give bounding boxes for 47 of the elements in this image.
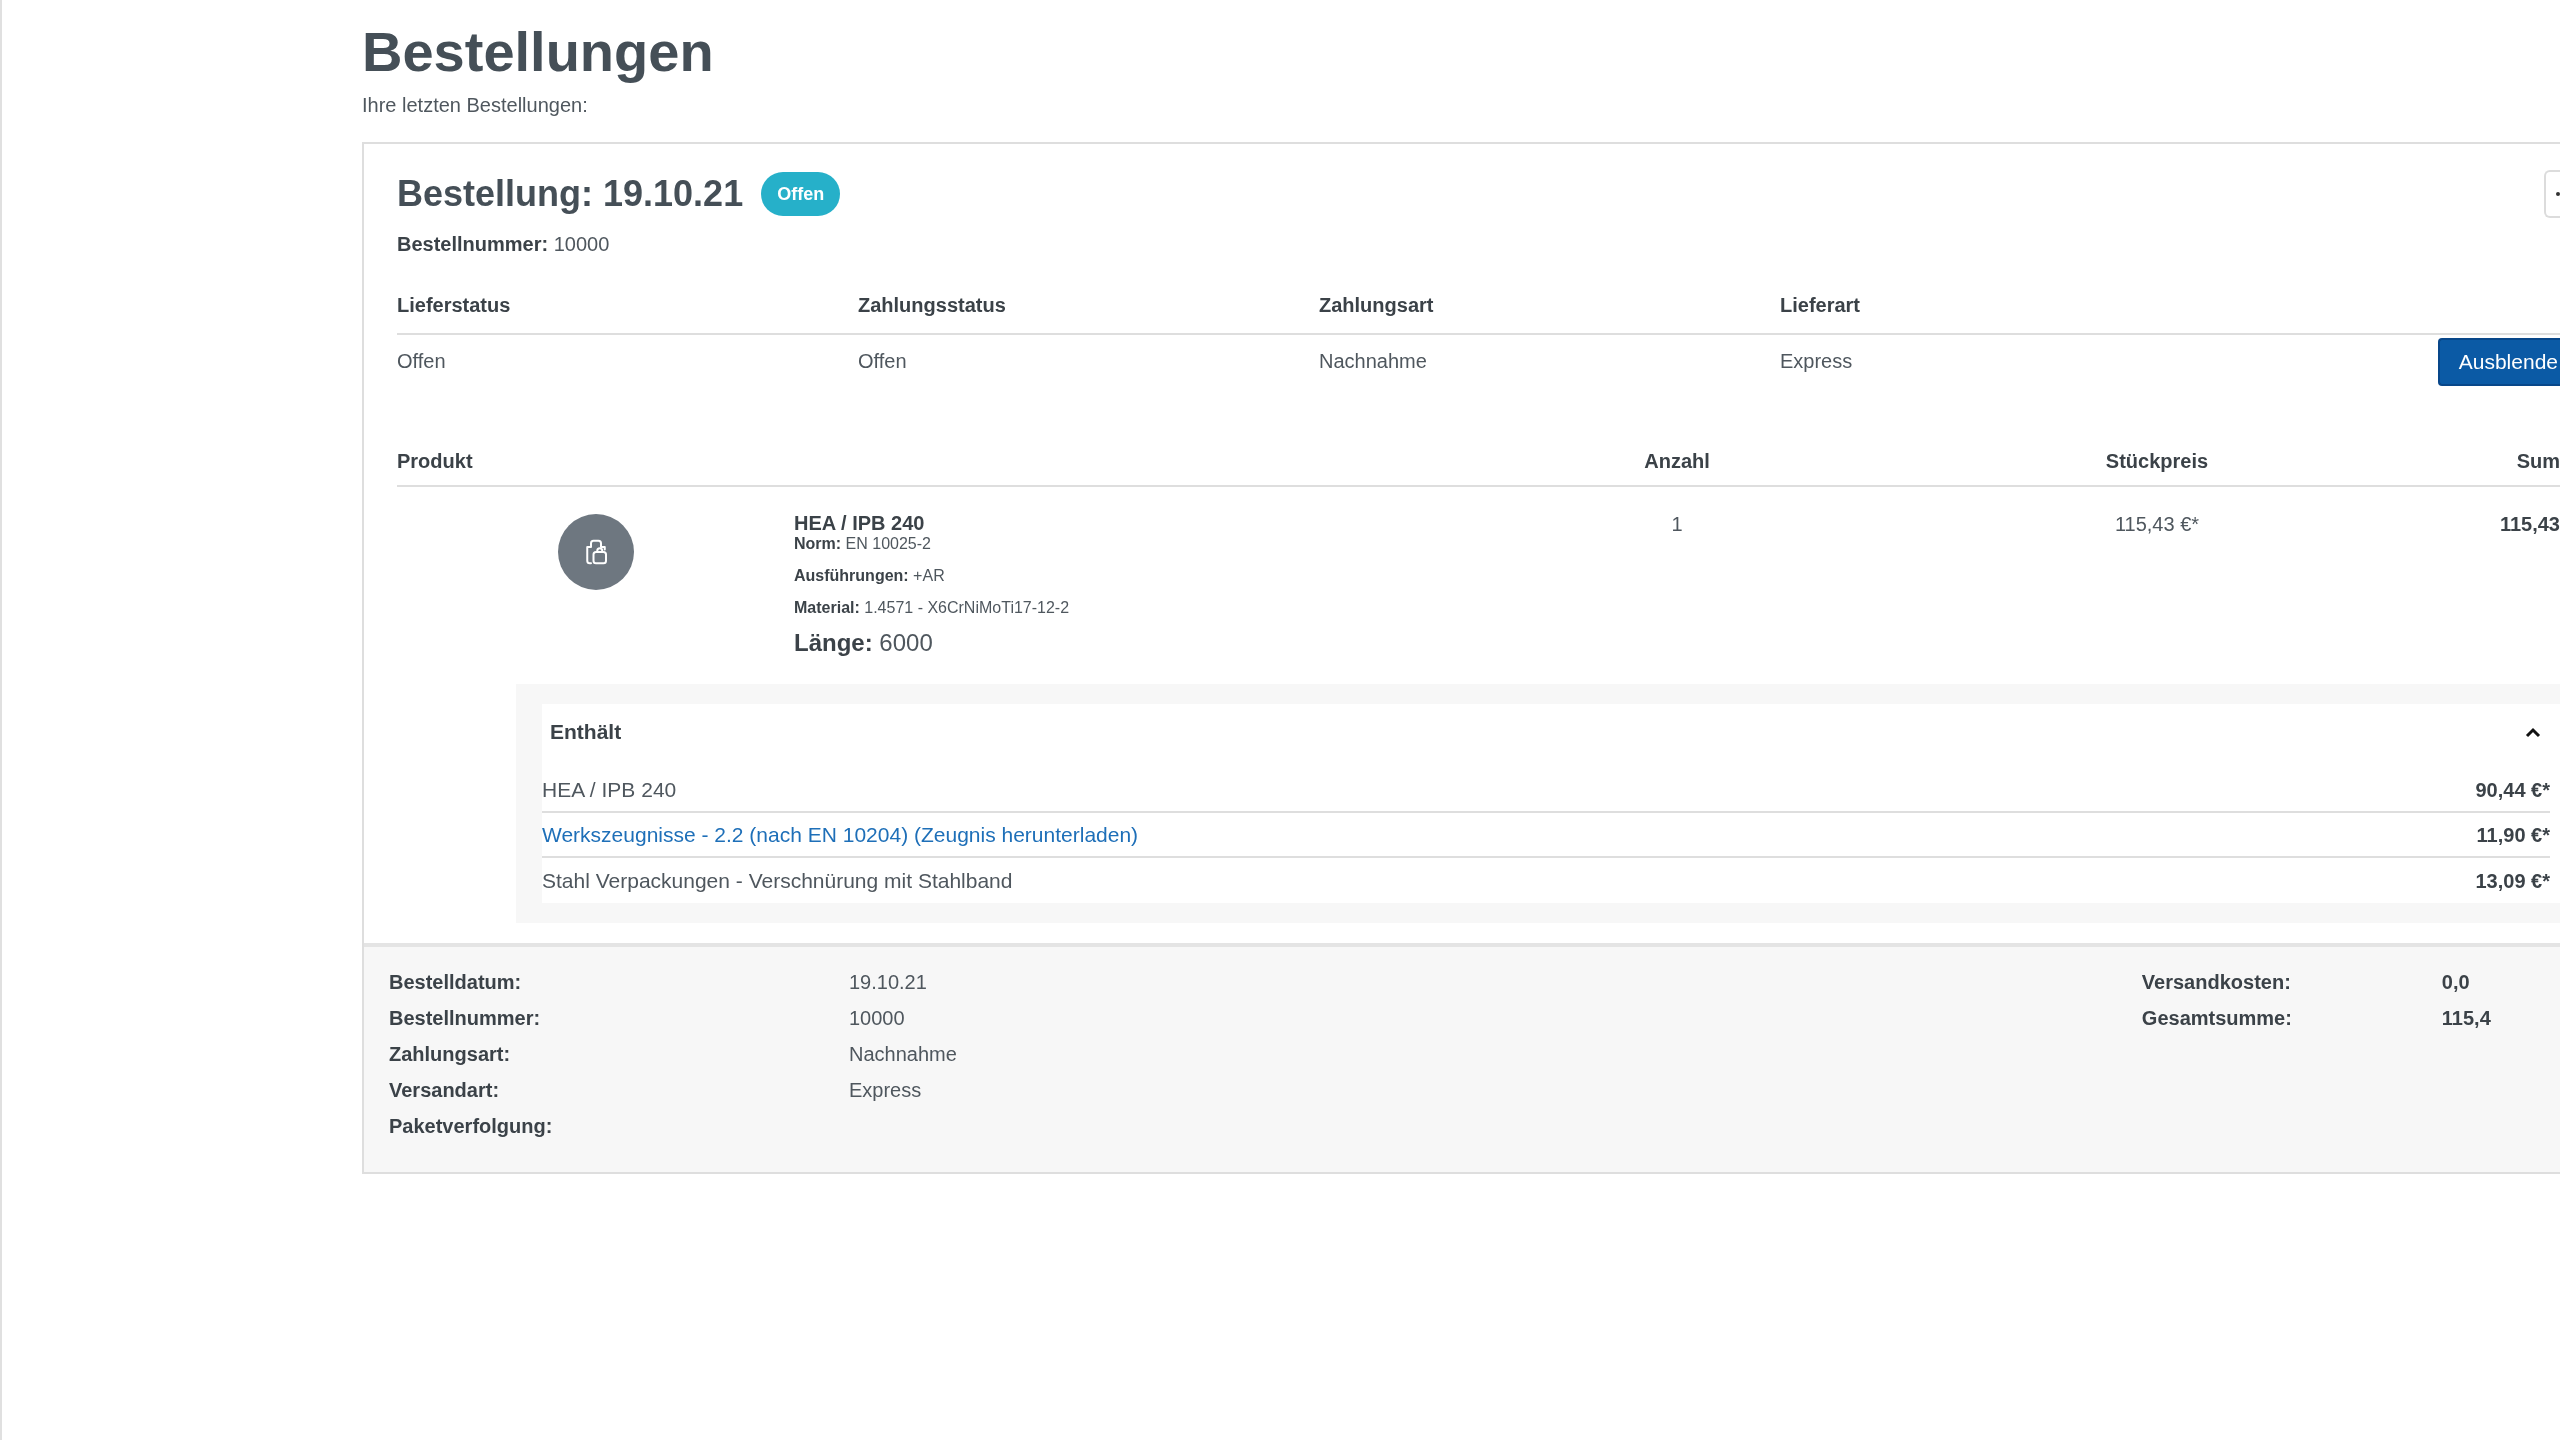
column-header: Lieferart — [1780, 294, 1861, 316]
contents-item-name: Stahl Verpackungen - Verschnürung mit Stahlband — [542, 868, 1013, 893]
column-header: Lieferstatus — [397, 294, 511, 316]
status-badge: Offen — [761, 172, 841, 216]
product-length: Länge: 6000 — [794, 628, 933, 658]
product-name: HEA / IPB 240 — [794, 512, 925, 534]
page-subtitle: Ihre letzten Bestellungen: — [362, 93, 588, 118]
column-value: Express — [1780, 350, 1853, 372]
row-total: 115,43 — [2499, 513, 2560, 535]
summary-value: Express — [849, 1078, 922, 1102]
page-title: Bestellungen — [362, 19, 714, 84]
contents-item-price: 11,90 €* — [2476, 822, 2550, 847]
order-number: Bestellnummer: 10000 — [397, 232, 610, 256]
summary-label: Bestellnummer: — [389, 1006, 542, 1030]
summary-value: 10000 — [849, 1006, 905, 1030]
summary-label: Bestelldatum: — [389, 970, 523, 994]
summary-label: Versandkosten: — [2141, 970, 2292, 994]
column-value: Nachnahme — [1319, 350, 1427, 372]
column-header: Stückpreis — [2105, 450, 2209, 472]
column-value: Offen — [397, 350, 446, 372]
contents-item-price: 90,44 €* — [2475, 777, 2550, 802]
summary-label: Gesamtsumme: — [2141, 1006, 2293, 1030]
contents-title: Enthält — [550, 720, 622, 744]
product-attribute: Material: 1.4571 - X6CrNiMoTi17-12-2 — [794, 598, 1070, 618]
unit-price: 115,43 €* — [2114, 513, 2200, 535]
summary-value: 115,4 — [2441, 1006, 2491, 1030]
summary-value: Nachnahme — [849, 1042, 957, 1066]
certificate-link[interactable]: Werkszeugnisse - 2.2 (nach EN 10204) (Zeugnis herunterladen) — [542, 822, 1139, 847]
summary-label: Paketverfolgung: — [389, 1114, 554, 1138]
column-header: Sum — [2516, 450, 2560, 472]
quantity: 1 — [1671, 513, 1683, 535]
summary-label: Zahlungsart: — [389, 1042, 512, 1066]
order-title: Bestellung: 19.10.21 — [397, 172, 744, 216]
hide-button[interactable]: Ausblende — [2437, 338, 2560, 386]
contents-item-price: 13,09 €* — [2475, 868, 2550, 893]
contents-item-name: HEA / IPB 240 — [542, 777, 677, 802]
column-header: Zahlungsart — [1319, 294, 1434, 316]
summary-value: 19.10.21 — [849, 970, 927, 994]
product-attribute: Ausführungen: +AR — [794, 566, 945, 586]
summary-value: 0,0 — [2441, 970, 2470, 994]
column-header: Produkt — [397, 450, 473, 472]
chevron-up-icon[interactable] — [2524, 726, 2542, 738]
product-attribute: Norm: EN 10025-2 — [794, 534, 931, 554]
column-value: Offen — [858, 350, 907, 372]
column-header: Anzahl — [1644, 450, 1710, 472]
column-header: Zahlungsstatus — [858, 294, 1006, 316]
summary-label: Versandart: — [389, 1078, 501, 1102]
